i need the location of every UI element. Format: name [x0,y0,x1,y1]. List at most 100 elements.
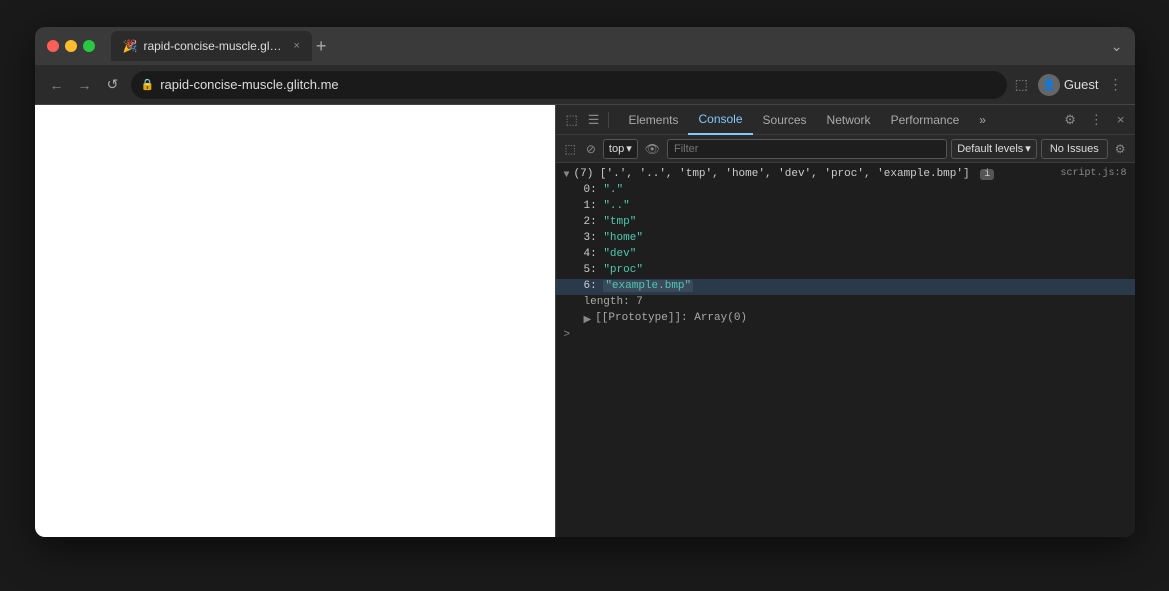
item-4-content: 4: "dev" [584,248,1127,260]
prop-val-3: "home" [603,232,643,244]
list-item: 1: ".." [556,199,1135,215]
webpage-area [35,105,555,537]
default-levels-button[interactable]: Default levels ▾ [951,139,1037,159]
cast-icon[interactable]: ⬚ [1015,76,1028,93]
devtools-mobile-icon[interactable]: ☰ [584,110,604,130]
more-icon[interactable]: ⋮ [1109,76,1123,93]
prototype-line: ▶ [[Prototype]]: Array(0) [556,311,1135,327]
list-item: 5: "proc" [556,263,1135,279]
devtools-toolbar-right: ⚙ ⋮ × [1060,110,1128,130]
console-bar: ⬚ ⊘ top ▾ 👁 Default levels ▾ No Issues ⚙ [556,135,1135,163]
back-button[interactable]: ← [47,77,67,93]
prototype-expand-arrow[interactable]: ▶ [584,314,592,326]
traffic-lights [47,40,95,52]
array-expand-arrow[interactable]: ▼ [564,170,570,181]
tab-close-icon[interactable]: × [293,40,299,52]
close-button[interactable] [47,40,59,52]
url-text: rapid-concise-muscle.glitch.me [160,77,338,92]
prop-val-4: "dev" [603,248,636,260]
console-output: ▼ (7) ['.', '..', 'tmp', 'home', 'dev', … [556,163,1135,537]
tab-console[interactable]: Console [688,105,752,135]
tab-elements[interactable]: Elements [618,105,688,135]
prop-val-6: "example.bmp" [603,280,693,292]
prop-key-3: 3: [584,232,604,244]
length-line: length: 7 [556,295,1135,311]
devtools-dock-icon[interactable]: ⬚ [562,110,582,130]
devtools-more-icon[interactable]: ⋮ [1086,110,1107,130]
browser-window: 🎉 rapid-concise-muscle.glitch.m... × + ⌄… [35,27,1135,537]
context-selector[interactable]: top ▾ [603,139,638,159]
console-settings-icon[interactable]: ⚙ [1112,140,1129,158]
prop-val-1: ".." [603,200,629,212]
item-6-content: 6: "example.bmp" [584,280,1127,292]
list-item: 0: "." [556,183,1135,199]
refresh-button[interactable]: ↺ [103,76,123,93]
lock-icon: 🔒 [141,78,155,91]
active-tab[interactable]: 🎉 rapid-concise-muscle.glitch.m... × [111,31,312,61]
array-line-content: (7) ['.', '..', 'tmp', 'home', 'dev', 'p… [574,168,1127,180]
item-5-content: 5: "proc" [584,264,1127,276]
default-levels-label: Default levels [957,143,1023,155]
list-item: 4: "dev" [556,247,1135,263]
list-item: 2: "tmp" [556,215,1135,231]
prop-key-0: 0: [584,184,604,196]
address-bar-right: ⬚ 👤 Guest ⋮ [1015,74,1123,96]
main-content: ⬚ ☰ Elements Console Sources Network Per… [35,105,1135,537]
console-filter-input[interactable] [667,139,947,159]
length-text: length: 7 [584,296,643,308]
prop-val-2: "tmp" [603,216,636,228]
prop-val-5: "proc" [603,264,643,276]
tab-sources[interactable]: Sources [753,105,817,135]
tab-more[interactable]: » [969,105,996,135]
avatar: 👤 [1038,74,1060,96]
list-item: 6: "example.bmp" [556,279,1135,295]
length-content: length: 7 [584,296,1127,308]
script-link[interactable]: script.js:8 [1060,168,1126,179]
minimize-button[interactable] [65,40,77,52]
console-array-line[interactable]: ▼ (7) ['.', '..', 'tmp', 'home', 'dev', … [556,167,1135,183]
console-eye-icon[interactable]: 👁 [642,140,663,158]
context-dropdown-icon: ▾ [626,142,632,155]
console-clear-icon[interactable]: ⊘ [583,140,599,158]
profile-button[interactable]: 👤 Guest [1038,74,1099,96]
maximize-button[interactable] [83,40,95,52]
item-0-content: 0: "." [584,184,1127,196]
prop-key-2: 2: [584,216,604,228]
title-bar: 🎉 rapid-concise-muscle.glitch.m... × + ⌄ [35,27,1135,65]
tab-title: rapid-concise-muscle.glitch.m... [143,39,283,53]
tab-favicon-icon: 🎉 [123,39,138,53]
prop-key-1: 1: [584,200,604,212]
tab-performance[interactable]: Performance [881,105,970,135]
new-tab-button[interactable]: + [316,37,327,55]
forward-button[interactable]: → [75,77,95,93]
tab-area: 🎉 rapid-concise-muscle.glitch.m... × + [111,31,1103,61]
default-levels-arrow-icon: ▾ [1025,142,1031,155]
toolbar-separator [608,112,609,128]
context-label: top [609,143,624,155]
console-prompt-line[interactable]: > [556,327,1135,343]
array-summary-text: (7) ['.', '..', 'tmp', 'home', 'dev', 'p… [574,168,970,180]
item-1-content: 1: ".." [584,200,1127,212]
no-issues-button[interactable]: No Issues [1041,139,1108,159]
devtools-close-icon[interactable]: × [1113,110,1129,129]
list-item: 3: "home" [556,231,1135,247]
address-bar: ← → ↺ 🔒 rapid-concise-muscle.glitch.me ⬚… [35,65,1135,105]
tab-network[interactable]: Network [817,105,881,135]
window-expand-icon[interactable]: ⌄ [1111,38,1123,55]
devtools-tabs: Elements Console Sources Network Perform… [618,105,1058,135]
console-sidebar-icon[interactable]: ⬚ [562,140,579,158]
prototype-content: [[Prototype]]: Array(0) [595,312,1126,324]
prop-key-4: 4: [584,248,604,260]
devtools-settings-icon[interactable]: ⚙ [1060,110,1080,130]
prop-key-5: 5: [584,264,604,276]
devtools-panel: ⬚ ☰ Elements Console Sources Network Per… [555,105,1135,537]
array-badge: i [980,169,994,180]
profile-label: Guest [1064,77,1099,92]
item-2-content: 2: "tmp" [584,216,1127,228]
item-3-content: 3: "home" [584,232,1127,244]
console-prompt-icon: > [564,329,571,341]
prop-key-6: 6: [584,280,604,292]
devtools-toolbar: ⬚ ☰ Elements Console Sources Network Per… [556,105,1135,135]
url-bar[interactable]: 🔒 rapid-concise-muscle.glitch.me [131,71,1007,99]
prototype-text: [[Prototype]]: Array(0) [595,312,747,324]
